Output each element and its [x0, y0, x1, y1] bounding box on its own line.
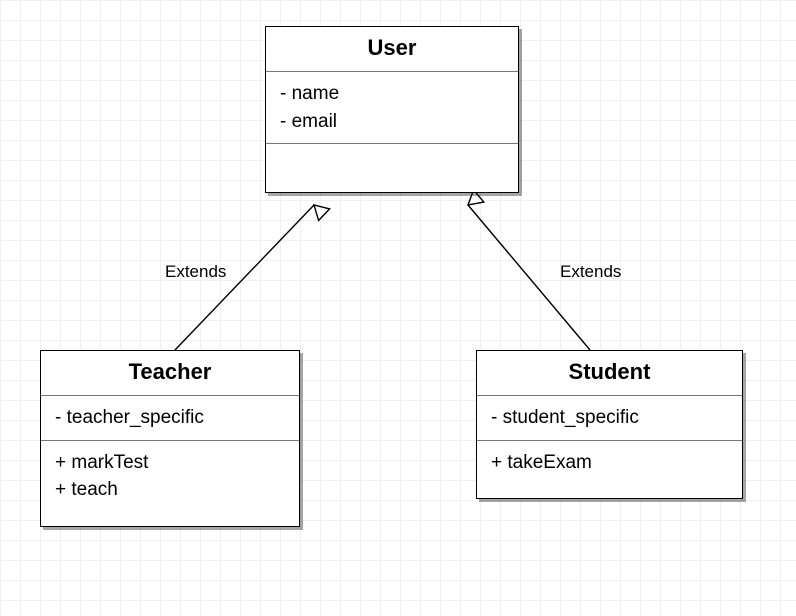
class-title-teacher: Teacher [41, 351, 299, 396]
relationship-label-teacher-user: Extends [165, 262, 226, 282]
op-row: + markTest [55, 449, 285, 477]
class-attrs-teacher: - teacher_specific [41, 396, 299, 441]
op-row: + teach [55, 476, 285, 504]
op-row: + takeExam [491, 449, 728, 477]
attr-row: - student_specific [491, 404, 728, 432]
class-ops-teacher: + markTest + teach [41, 441, 299, 526]
relationship-label-student-user: Extends [560, 262, 621, 282]
class-title-student: Student [477, 351, 742, 396]
attr-row: - name [280, 80, 504, 108]
class-box-user: User - name - email [265, 26, 519, 193]
class-title-user: User [266, 27, 518, 72]
class-ops-student: + takeExam [477, 441, 742, 499]
class-box-teacher: Teacher - teacher_specific + markTest + … [40, 350, 300, 527]
class-ops-user [266, 144, 518, 192]
attr-row: - teacher_specific [55, 404, 285, 432]
class-attrs-user: - name - email [266, 72, 518, 144]
class-box-student: Student - student_specific + takeExam [476, 350, 743, 499]
class-attrs-student: - student_specific [477, 396, 742, 441]
attr-row: - email [280, 108, 504, 136]
